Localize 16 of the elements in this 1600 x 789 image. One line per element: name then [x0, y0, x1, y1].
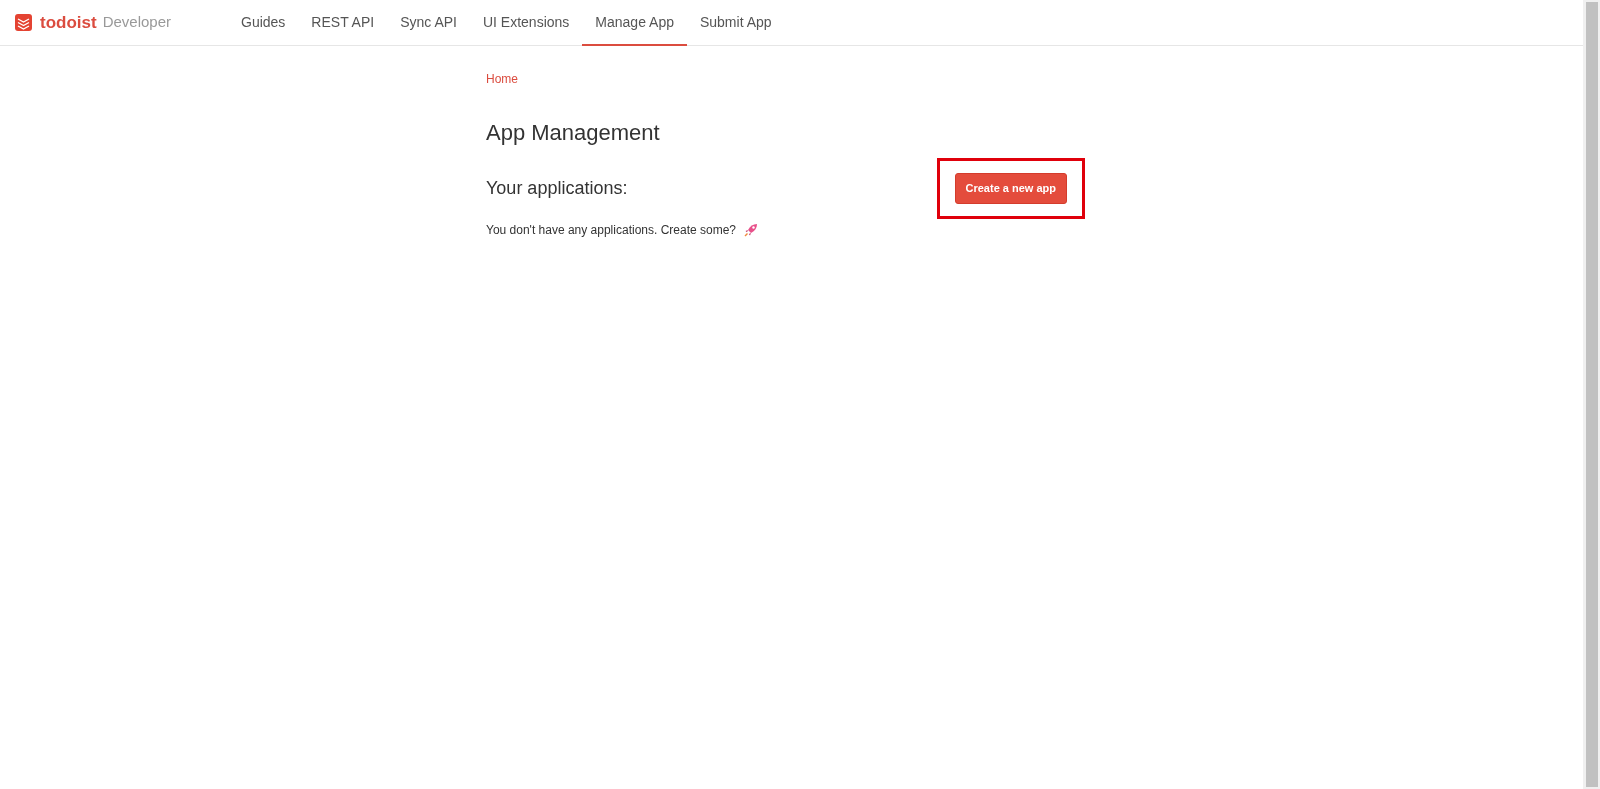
- brand-suffix: Developer: [102, 12, 172, 33]
- scrollbar[interactable]: [1583, 0, 1600, 789]
- brand-name: todoist: [40, 11, 97, 34]
- breadcrumb-link[interactable]: Home: [486, 72, 518, 86]
- logo-icon: [15, 14, 32, 31]
- create-app-button[interactable]: Create a new app: [954, 173, 1067, 204]
- section-heading: Your applications:: [486, 177, 628, 200]
- nav-tab[interactable]: REST API: [298, 0, 388, 46]
- page-title: App Management: [486, 120, 661, 147]
- nav-tab[interactable]: Sync API: [387, 0, 470, 46]
- nav-tab[interactable]: Submit App: [686, 0, 785, 46]
- rocket-icon: [744, 222, 758, 237]
- nav-tab[interactable]: Manage App: [582, 0, 687, 46]
- nav-tab[interactable]: UI Extensions: [469, 0, 583, 46]
- empty-message: You don't have any applications. Create some?: [486, 221, 736, 239]
- nav-tab[interactable]: Guides: [228, 0, 299, 46]
